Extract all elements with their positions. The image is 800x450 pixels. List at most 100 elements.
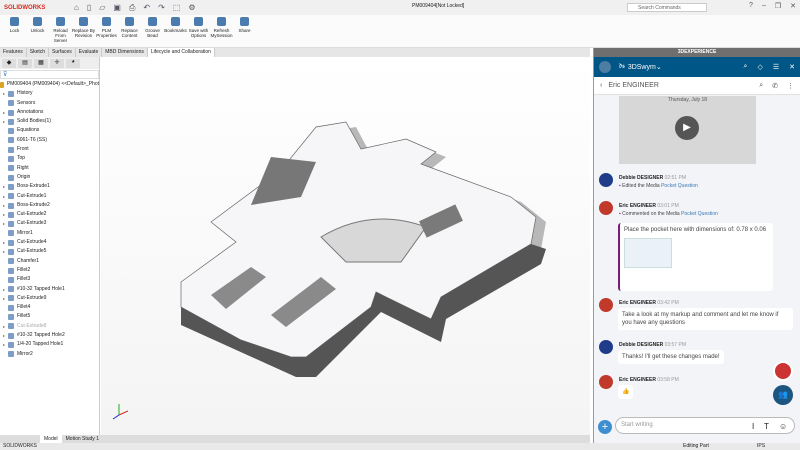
menu-icon[interactable]: ☰ — [773, 63, 779, 71]
expand-arrow-icon[interactable]: ▸ — [0, 210, 8, 219]
tree-item[interactable]: ▸ Cut-Extrude2 — [0, 210, 99, 219]
redo-icon[interactable]: ↷ — [158, 3, 165, 13]
expand-arrow-icon[interactable]: ▸ — [0, 117, 8, 126]
expand-arrow-icon[interactable]: ▸ — [0, 247, 8, 256]
graphics-viewport[interactable] — [101, 57, 590, 435]
people-icon[interactable]: 👥 — [773, 385, 793, 405]
tree-item[interactable]: ▸ Annotations — [0, 108, 99, 117]
tag-icon[interactable]: ◇ — [757, 63, 762, 71]
back-icon[interactable]: ‹ — [600, 82, 602, 89]
close-button[interactable]: ✕ — [790, 2, 796, 10]
tree-item[interactable]: Front — [0, 145, 99, 154]
contact-avatar-button[interactable] — [773, 361, 793, 381]
expand-arrow-icon[interactable]: ▸ — [0, 294, 8, 303]
tab-evaluate[interactable]: Evaluate — [76, 48, 103, 57]
ribbon-button[interactable]: Unlock — [26, 17, 49, 47]
media-link[interactable]: Pocket Question — [681, 211, 718, 217]
tree-item[interactable]: ▸ #10-32 Tapped Hole1 — [0, 285, 99, 294]
undo-icon[interactable]: ↶ — [143, 3, 150, 13]
tree-item[interactable]: ▸ Cut-Extrude3 — [0, 219, 99, 228]
tree-item[interactable]: Chamfer1 — [0, 257, 99, 266]
expand-arrow-icon[interactable]: ▸ — [0, 238, 8, 247]
display-tab[interactable]: ◕ — [66, 59, 80, 68]
expand-arrow-icon[interactable]: ▸ — [0, 201, 8, 210]
dimxpert-tab[interactable]: ✛ — [50, 59, 64, 68]
minimize-button[interactable]: – — [762, 2, 766, 10]
call-icon[interactable]: ✆ — [772, 82, 778, 90]
tree-item[interactable]: ▸ Cut-Extrude5 — [0, 247, 99, 256]
expand-arrow-icon[interactable]: ▸ — [0, 182, 8, 191]
ribbon-button[interactable]: Bookmarks — [164, 17, 187, 47]
tree-item[interactable]: Top — [0, 154, 99, 163]
ribbon-button[interactable]: Replace By Revision — [72, 17, 95, 47]
tree-item[interactable]: ▸ 1/4-20 Tapped Hole1 — [0, 340, 99, 349]
tab-surfaces[interactable]: Surfaces — [49, 48, 76, 57]
open-icon[interactable]: ▱ — [99, 3, 105, 13]
new-icon[interactable]: ▯ — [87, 3, 91, 13]
tab-features[interactable]: Features — [0, 48, 27, 57]
status-units[interactable]: IPS — [757, 443, 765, 450]
tree-item[interactable]: ▸ Solid Bodies(1) — [0, 117, 99, 126]
restore-button[interactable]: ❐ — [775, 2, 781, 10]
text-cursor-icon[interactable]: I — [752, 422, 754, 431]
tree-root[interactable]: PM009404 (PM009404) <<Default>_Phot — [0, 80, 99, 89]
expand-arrow-icon[interactable]: ▸ — [0, 219, 8, 228]
tree-item[interactable]: Origin — [0, 173, 99, 182]
search-conversation-icon[interactable]: ⌕ — [759, 82, 763, 90]
home-icon[interactable]: ⌂ — [74, 3, 79, 13]
tree-item[interactable]: Equations — [0, 126, 99, 135]
options-icon[interactable]: ⚙ — [188, 3, 195, 13]
tree-item[interactable]: ▸ Cut-Extrude4 — [0, 238, 99, 247]
tree-item[interactable]: Fillet3 — [0, 275, 99, 284]
tree-item[interactable]: ▸ Boss-Extrude1 — [0, 182, 99, 191]
chevron-down-icon[interactable]: ⌄ — [656, 63, 662, 71]
tab-motion-study[interactable]: Motion Study 1 — [62, 435, 103, 443]
text-format-icon[interactable]: T — [764, 422, 769, 431]
tree-item[interactable]: Mirror1 — [0, 229, 99, 238]
ribbon-button[interactable]: Lock — [3, 17, 26, 47]
help-icon[interactable]: ? — [749, 2, 753, 10]
tree-item[interactable]: ▸ Cut-Extrude1 — [0, 192, 99, 201]
ribbon-button[interactable]: Replace Content — [118, 17, 141, 47]
select-icon[interactable]: ⬚ — [173, 3, 181, 13]
tree-item[interactable]: ▸ Boss-Extrude2 — [0, 201, 99, 210]
save-icon[interactable]: ▣ — [113, 3, 121, 13]
tab-lifecycle-and-collaboration[interactable]: Lifecycle and Collaboration — [147, 48, 215, 57]
tab-sketch[interactable]: Sketch — [27, 48, 50, 57]
tree-item[interactable]: ▸ History — [0, 89, 99, 98]
featuremanager-tab[interactable]: ◆ — [2, 59, 16, 68]
propertymanager-tab[interactable]: ▤ — [18, 59, 32, 68]
expand-arrow-icon[interactable]: ▸ — [0, 331, 8, 340]
tree-item[interactable]: Fillet5 — [0, 312, 99, 321]
tree-item[interactable]: Sensors — [0, 99, 99, 108]
tree-item[interactable]: 6061-T6 (SS) — [0, 136, 99, 145]
more-icon[interactable]: ⋮ — [787, 82, 794, 90]
emoji-icon[interactable]: ☺ — [779, 422, 787, 431]
tab-mbd-dimensions[interactable]: MBD Dimensions — [102, 48, 148, 57]
print-icon[interactable]: ⎙ — [129, 3, 135, 13]
expand-arrow-icon[interactable]: ▸ — [0, 340, 8, 349]
expand-arrow-icon[interactable]: ▸ — [0, 285, 8, 294]
tree-item[interactable]: Fillet2 — [0, 266, 99, 275]
expand-arrow-icon[interactable]: ▸ — [0, 192, 8, 201]
app-switcher[interactable]: 3DSwym — [628, 64, 656, 71]
ribbon-button[interactable]: Share — [233, 17, 256, 47]
ribbon-button[interactable]: Refresh MySession — [210, 17, 233, 47]
expand-arrow-icon[interactable]: ▸ — [0, 89, 8, 98]
close-panel-icon[interactable]: ✕ — [789, 63, 795, 71]
tree-item[interactable]: Fillet4 — [0, 303, 99, 312]
ribbon-button[interactable]: Groove Bead — [141, 17, 164, 47]
expand-arrow-icon[interactable]: ▸ — [0, 108, 8, 117]
play-icon[interactable]: ▶ — [675, 116, 699, 140]
configuration-tab[interactable]: ▦ — [34, 59, 48, 68]
tab-model[interactable]: Model — [40, 435, 62, 443]
tree-item[interactable]: ▸ Cut-Extrude9 — [0, 294, 99, 303]
search-icon[interactable]: ⌕ — [744, 63, 748, 71]
tree-item[interactable]: Right — [0, 164, 99, 173]
video-thumbnail[interactable]: Thursday, July 18 ▶ — [619, 96, 756, 164]
user-avatar[interactable] — [599, 61, 611, 73]
tree-item[interactable]: ▸ Cut-Extrude8 — [0, 322, 99, 331]
media-link[interactable]: Pocket Question — [661, 183, 698, 189]
search-commands-input[interactable]: Search Commands — [627, 3, 707, 12]
filter-icon[interactable]: ⊽ — [0, 70, 99, 79]
